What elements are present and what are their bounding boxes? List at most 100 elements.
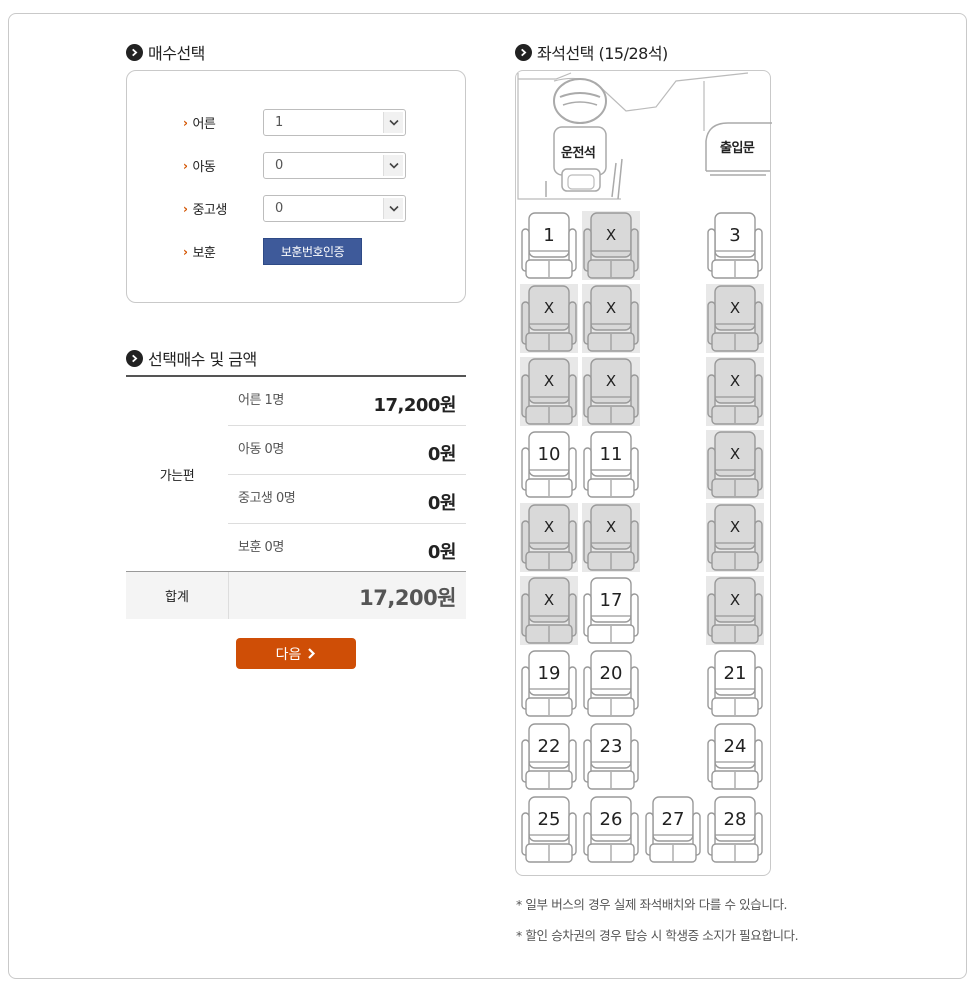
seat-6: X <box>706 284 764 353</box>
arrow-icon: › <box>183 244 188 259</box>
total-label: 합계 <box>126 572 228 619</box>
door-label: 출입문 <box>720 141 755 156</box>
chevron-down-icon <box>383 112 403 133</box>
ticket-count-title-text: 매수선택 <box>148 44 205 63</box>
count-row-child: › 아동 0 <box>183 152 406 179</box>
student-count-value: 0 <box>275 201 284 216</box>
price-row-value: 17,200원 <box>373 395 456 416</box>
price-title: 선택매수 및 금액 <box>126 346 257 370</box>
seat-22[interactable]: 22 <box>520 722 578 791</box>
seat-18: X <box>706 576 764 645</box>
seat-10[interactable]: 10 <box>520 430 578 499</box>
seat-number: 23 <box>599 735 623 757</box>
next-button[interactable]: 다음 <box>236 638 356 669</box>
ticket-count-title: 매수선택 <box>126 40 205 64</box>
seat-15: X <box>706 503 764 572</box>
seat-28[interactable]: 28 <box>706 795 764 864</box>
seat-25[interactable]: 25 <box>520 795 578 864</box>
seat-number: X <box>543 591 555 609</box>
adult-label: 어른 <box>192 117 216 132</box>
seat-23[interactable]: 23 <box>582 722 640 791</box>
price-row-label: 중고생 0명 <box>238 491 296 506</box>
notes: * 일부 버스의 경우 실제 좌석배치와 다를 수 있습니다. * 할인 승차권… <box>516 889 799 951</box>
price-row-label: 아동 0명 <box>238 442 284 457</box>
total-value: 17,200원 <box>359 586 456 610</box>
seat-2: X <box>582 211 640 280</box>
seat-11[interactable]: 11 <box>582 430 640 499</box>
student-count-select[interactable]: 0 <box>263 195 406 222</box>
arrow-icon: › <box>183 158 188 173</box>
bus-seat-map: 운전석 출입문 1 X 3 X X X X X X 10 11 X X X X X 17 X 19 20 21 22 23 2… <box>515 70 772 876</box>
seat-27[interactable]: 27 <box>644 795 702 864</box>
seat-number: 22 <box>537 735 561 757</box>
seat-4: X <box>520 284 578 353</box>
seat-number: X <box>729 518 741 536</box>
child-count-value: 0 <box>275 158 284 173</box>
seat-number: X <box>543 372 555 390</box>
seat-number: 24 <box>723 735 747 757</box>
seat-number: X <box>605 518 617 536</box>
chevron-down-icon <box>383 155 403 176</box>
price-row-value: 0원 <box>427 493 457 514</box>
seat-number: 10 <box>537 443 561 465</box>
seat-14: X <box>582 503 640 572</box>
seat-13: X <box>520 503 578 572</box>
seat-21[interactable]: 21 <box>706 649 764 718</box>
seat-map-title-text: 좌석선택 (15/28석) <box>537 44 668 63</box>
seat-26[interactable]: 26 <box>582 795 640 864</box>
price-row-student: 중고생 0명 0원 <box>228 475 466 524</box>
child-count-select[interactable]: 0 <box>263 152 406 179</box>
price-row-value: 0원 <box>427 542 457 563</box>
seat-20[interactable]: 20 <box>582 649 640 718</box>
arrow-icon: › <box>183 201 188 216</box>
seat-5: X <box>582 284 640 353</box>
adult-count-select[interactable]: 1 <box>263 109 406 136</box>
seat-number: 17 <box>599 589 623 611</box>
seat-17[interactable]: 17 <box>582 576 640 645</box>
seat-number: 27 <box>661 808 685 830</box>
chevron-right-circle-icon <box>126 43 143 61</box>
veteran-label: 보훈 <box>192 246 216 261</box>
seat-number: 3 <box>729 224 741 246</box>
seat-8: X <box>582 357 640 426</box>
chevron-right-circle-icon <box>515 43 532 61</box>
seat-24[interactable]: 24 <box>706 722 764 791</box>
price-row-adult: 어른 1명 17,200원 <box>228 377 466 426</box>
seat-number: X <box>729 445 741 463</box>
student-label: 중고생 <box>192 203 227 218</box>
seat-number: X <box>605 299 617 317</box>
seat-number: X <box>543 518 555 536</box>
veteran-verify-button[interactable]: 보훈번호인증 <box>263 238 362 265</box>
adult-count-value: 1 <box>275 115 284 130</box>
count-row-veteran: › 보훈 보훈번호인증 <box>183 238 362 265</box>
seat-19[interactable]: 19 <box>520 649 578 718</box>
seat-number: 1 <box>543 224 555 246</box>
seat-3[interactable]: 3 <box>706 211 764 280</box>
seat-number: 28 <box>723 808 747 830</box>
chevron-down-icon <box>383 198 403 219</box>
seat-7: X <box>520 357 578 426</box>
child-label: 아동 <box>192 160 216 175</box>
note-line: * 할인 승차권의 경우 탑승 시 학생증 소지가 필요합니다. <box>516 928 799 943</box>
seat-12: X <box>706 430 764 499</box>
total-row: 합계 17,200원 <box>126 571 466 619</box>
chevron-right-circle-icon <box>126 349 143 367</box>
count-row-adult: › 어른 1 <box>183 109 406 136</box>
price-row-label: 어른 1명 <box>238 393 284 408</box>
note-line: * 일부 버스의 경우 실제 좌석배치와 다를 수 있습니다. <box>516 897 788 912</box>
price-row-veteran: 보훈 0명 0원 <box>228 524 466 573</box>
ticket-count-box: › 어른 1 › 아동 0 › 중고생 0 › 보훈 보훈번호인증 <box>126 70 466 303</box>
bus-cockpit-drawing <box>517 72 772 200</box>
seat-number: 21 <box>723 662 747 684</box>
seat-number: 20 <box>599 662 623 684</box>
count-row-student: › 중고생 0 <box>183 195 406 222</box>
seat-number: 11 <box>599 443 623 465</box>
arrow-icon: › <box>183 115 188 130</box>
seat-16: X <box>520 576 578 645</box>
chevron-right-icon <box>308 648 316 659</box>
seat-number: 25 <box>537 808 561 830</box>
seat-number: X <box>605 226 617 244</box>
seat-number: X <box>729 299 741 317</box>
price-row-label: 보훈 0명 <box>238 540 284 555</box>
seat-1[interactable]: 1 <box>520 211 578 280</box>
